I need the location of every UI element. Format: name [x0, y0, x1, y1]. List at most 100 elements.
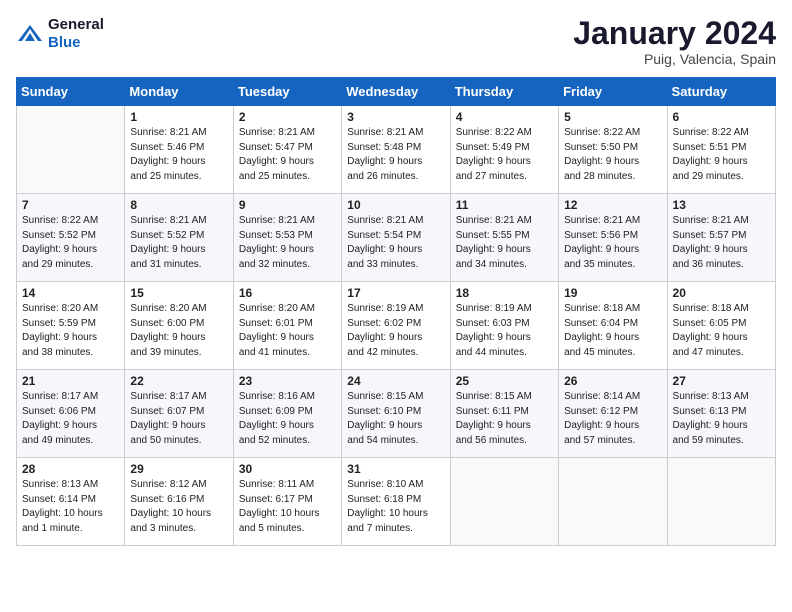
cell-info: Sunrise: 8:21 AM Sunset: 5:56 PM Dayligh… — [564, 215, 640, 270]
calendar-cell: 17 Sunrise: 8:19 AM Sunset: 6:02 PM Dayli… — [342, 282, 450, 370]
day-number: 28 — [22, 462, 119, 476]
day-number: 18 — [456, 286, 553, 300]
weekday-header-saturday: Saturday — [667, 78, 775, 106]
logo-icon — [16, 23, 44, 45]
cell-info: Sunrise: 8:22 AM Sunset: 5:49 PM Dayligh… — [456, 127, 532, 182]
day-number: 21 — [22, 374, 119, 388]
cell-info: Sunrise: 8:20 AM Sunset: 6:00 PM Dayligh… — [130, 303, 206, 358]
calendar-cell — [450, 458, 558, 546]
day-number: 13 — [673, 198, 770, 212]
calendar-cell: 14 Sunrise: 8:20 AM Sunset: 5:59 PM Dayli… — [17, 282, 125, 370]
logo-blue: Blue — [48, 34, 81, 51]
calendar-cell: 18 Sunrise: 8:19 AM Sunset: 6:03 PM Dayli… — [450, 282, 558, 370]
cell-info: Sunrise: 8:21 AM Sunset: 5:52 PM Dayligh… — [130, 215, 206, 270]
day-number: 12 — [564, 198, 661, 212]
cell-info: Sunrise: 8:20 AM Sunset: 6:01 PM Dayligh… — [239, 303, 315, 358]
day-number: 29 — [130, 462, 227, 476]
day-number: 15 — [130, 286, 227, 300]
weekday-header-friday: Friday — [559, 78, 667, 106]
cell-info: Sunrise: 8:21 AM Sunset: 5:47 PM Dayligh… — [239, 127, 315, 182]
weekday-header-tuesday: Tuesday — [233, 78, 341, 106]
calendar-cell — [559, 458, 667, 546]
cell-info: Sunrise: 8:17 AM Sunset: 6:06 PM Dayligh… — [22, 391, 98, 446]
day-number: 7 — [22, 198, 119, 212]
day-number: 8 — [130, 198, 227, 212]
calendar-cell: 23Sunrise: 8:16 AM Sunset: 6:09 PM Dayli… — [233, 370, 341, 458]
logo-general: General — [48, 16, 104, 33]
cell-info: Sunrise: 8:19 AM Sunset: 6:02 PM Dayligh… — [347, 303, 423, 358]
cell-info: Sunrise: 8:13 AM Sunset: 6:13 PM Dayligh… — [673, 391, 749, 446]
cell-info: Sunrise: 8:19 AM Sunset: 6:03 PM Dayligh… — [456, 303, 532, 358]
calendar-cell: 13 Sunrise: 8:21 AM Sunset: 5:57 PM Dayli… — [667, 194, 775, 282]
day-number: 9 — [239, 198, 336, 212]
day-number: 5 — [564, 110, 661, 124]
day-number: 31 — [347, 462, 444, 476]
day-number: 2 — [239, 110, 336, 124]
day-number: 10 — [347, 198, 444, 212]
calendar-cell: 7 Sunrise: 8:22 AM Sunset: 5:52 PM Daylig… — [17, 194, 125, 282]
cell-info: Sunrise: 8:22 AM Sunset: 5:51 PM Dayligh… — [673, 127, 749, 182]
cell-info: Sunrise: 8:18 AM Sunset: 6:05 PM Dayligh… — [673, 303, 749, 358]
cell-info: Sunrise: 8:11 AM Sunset: 6:17 PM Dayligh… — [239, 479, 320, 534]
cell-info: Sunrise: 8:21 AM Sunset: 5:48 PM Dayligh… — [347, 127, 423, 182]
day-number: 14 — [22, 286, 119, 300]
cell-info: Sunrise: 8:17 AM Sunset: 6:07 PM Dayligh… — [130, 391, 206, 446]
day-number: 27 — [673, 374, 770, 388]
cell-info: Sunrise: 8:20 AM Sunset: 5:59 PM Dayligh… — [22, 303, 98, 358]
day-number: 22 — [130, 374, 227, 388]
page-header: General Blue January 2024 Puig, Valencia… — [16, 16, 776, 67]
calendar-cell: 31Sunrise: 8:10 AM Sunset: 6:18 PM Dayli… — [342, 458, 450, 546]
calendar-cell: 10 Sunrise: 8:21 AM Sunset: 5:54 PM Dayli… — [342, 194, 450, 282]
calendar-cell: 16 Sunrise: 8:20 AM Sunset: 6:01 PM Dayli… — [233, 282, 341, 370]
cell-info: Sunrise: 8:12 AM Sunset: 6:16 PM Dayligh… — [130, 479, 211, 534]
week-row-1: 1 Sunrise: 8:21 AM Sunset: 5:46 PM Daylig… — [17, 106, 776, 194]
calendar-cell: 22 Sunrise: 8:17 AM Sunset: 6:07 PM Dayli… — [125, 370, 233, 458]
calendar-cell: 4 Sunrise: 8:22 AM Sunset: 5:49 PM Daylig… — [450, 106, 558, 194]
cell-info: Sunrise: 8:21 AM Sunset: 5:55 PM Dayligh… — [456, 215, 532, 270]
day-number: 26 — [564, 374, 661, 388]
month-title: January 2024 — [573, 16, 776, 51]
cell-info: Sunrise: 8:13 AM Sunset: 6:14 PM Dayligh… — [22, 479, 103, 534]
logo: General Blue — [16, 16, 104, 52]
cell-info: Sunrise: 8:21 AM Sunset: 5:54 PM Dayligh… — [347, 215, 423, 270]
calendar-cell: 1 Sunrise: 8:21 AM Sunset: 5:46 PM Daylig… — [125, 106, 233, 194]
cell-info: Sunrise: 8:21 AM Sunset: 5:57 PM Dayligh… — [673, 215, 749, 270]
calendar-cell: 8 Sunrise: 8:21 AM Sunset: 5:52 PM Daylig… — [125, 194, 233, 282]
calendar-cell: 27 Sunrise: 8:13 AM Sunset: 6:13 PM Dayli… — [667, 370, 775, 458]
calendar-cell: 11 Sunrise: 8:21 AM Sunset: 5:55 PM Dayli… — [450, 194, 558, 282]
weekday-header-thursday: Thursday — [450, 78, 558, 106]
calendar-cell: 25 Sunrise: 8:15 AM Sunset: 6:11 PM Dayli… — [450, 370, 558, 458]
cell-info: Sunrise: 8:15 AM Sunset: 6:10 PM Dayligh… — [347, 391, 423, 446]
day-number: 19 — [564, 286, 661, 300]
day-number: 6 — [673, 110, 770, 124]
cell-info: Sunrise: 8:22 AM Sunset: 5:52 PM Dayligh… — [22, 215, 98, 270]
day-number: 1 — [130, 110, 227, 124]
cell-info: Sunrise: 8:14 AM Sunset: 6:12 PM Dayligh… — [564, 391, 640, 446]
calendar-cell: 21 Sunrise: 8:17 AM Sunset: 6:06 PM Dayli… — [17, 370, 125, 458]
calendar-table: SundayMondayTuesdayWednesdayThursdayFrid… — [16, 77, 776, 546]
day-number: 11 — [456, 198, 553, 212]
week-row-2: 7 Sunrise: 8:22 AM Sunset: 5:52 PM Daylig… — [17, 194, 776, 282]
location: Puig, Valencia, Spain — [573, 51, 776, 67]
calendar-cell: 9 Sunrise: 8:21 AM Sunset: 5:53 PM Daylig… — [233, 194, 341, 282]
day-number: 20 — [673, 286, 770, 300]
week-row-5: 28 Sunrise: 8:13 AM Sunset: 6:14 PM Dayli… — [17, 458, 776, 546]
calendar-cell: 28 Sunrise: 8:13 AM Sunset: 6:14 PM Dayli… — [17, 458, 125, 546]
day-number: 24 — [347, 374, 444, 388]
cell-info: Sunrise: 8:21 AM Sunset: 5:46 PM Dayligh… — [130, 127, 206, 182]
day-number: 17 — [347, 286, 444, 300]
day-number: 23 — [239, 374, 336, 388]
week-row-4: 21 Sunrise: 8:17 AM Sunset: 6:06 PM Dayli… — [17, 370, 776, 458]
calendar-cell: 12 Sunrise: 8:21 AM Sunset: 5:56 PM Dayli… — [559, 194, 667, 282]
cell-info: Sunrise: 8:15 AM Sunset: 6:11 PM Dayligh… — [456, 391, 532, 446]
calendar-cell: 3Sunrise: 8:21 AM Sunset: 5:48 PM Daylig… — [342, 106, 450, 194]
day-number: 4 — [456, 110, 553, 124]
cell-info: Sunrise: 8:21 AM Sunset: 5:53 PM Dayligh… — [239, 215, 315, 270]
day-number: 30 — [239, 462, 336, 476]
calendar-cell: 19Sunrise: 8:18 AM Sunset: 6:04 PM Dayli… — [559, 282, 667, 370]
weekday-header-monday: Monday — [125, 78, 233, 106]
calendar-cell — [667, 458, 775, 546]
weekday-header-sunday: Sunday — [17, 78, 125, 106]
day-number: 16 — [239, 286, 336, 300]
day-number: 25 — [456, 374, 553, 388]
